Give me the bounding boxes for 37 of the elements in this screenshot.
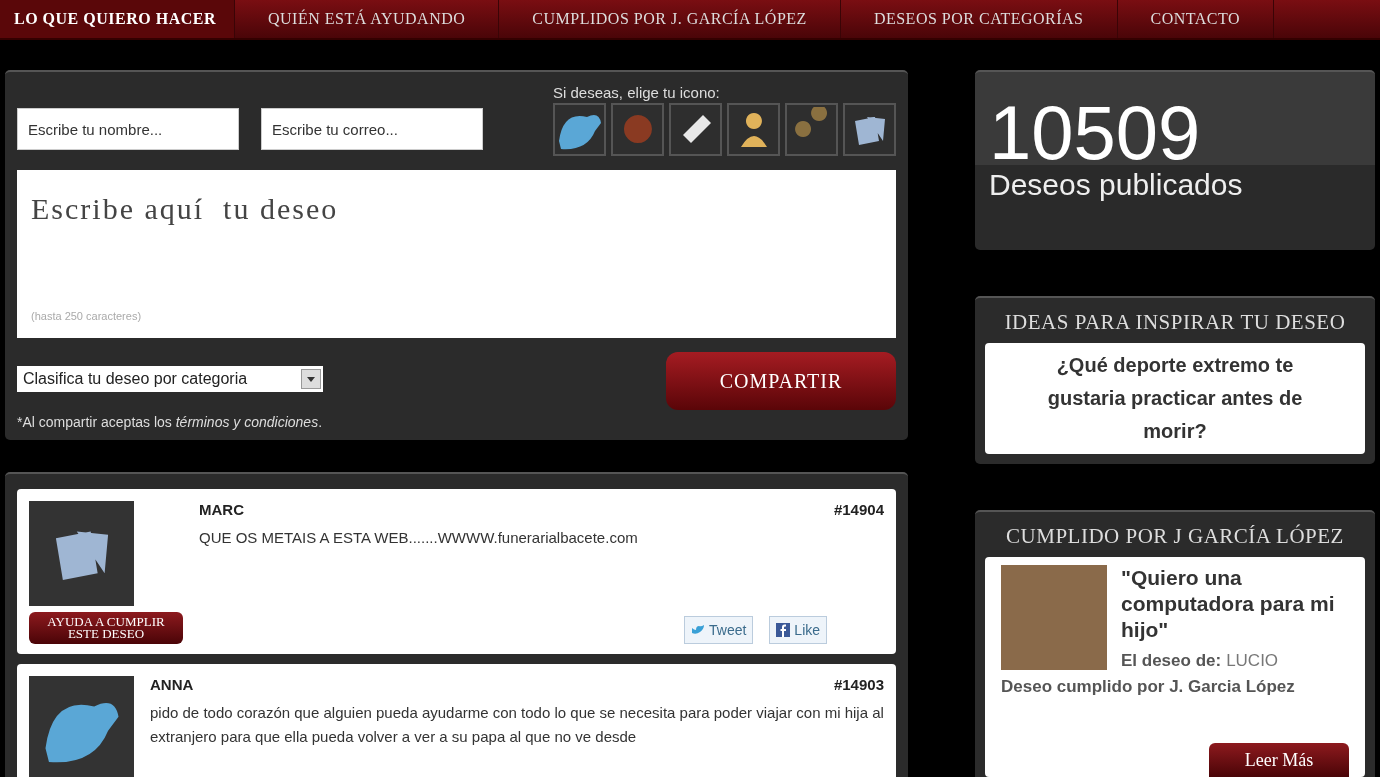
wish-count: 10509 xyxy=(989,98,1201,168)
icon-choice[interactable] xyxy=(843,103,896,156)
nav-link[interactable]: CONTACTO xyxy=(1117,0,1275,38)
tweet-button[interactable]: Tweet xyxy=(684,616,754,644)
wish-owner-label: El deseo de: xyxy=(1121,651,1222,671)
nav-link[interactable]: LO QUE QUIERO HACER xyxy=(0,0,235,38)
icon-choice[interactable] xyxy=(727,103,780,156)
terms-notice: *Al compartir aceptas los términos y condiciones. xyxy=(17,414,323,430)
panel-title: CUMPLIDO POR J GARCÍA LÓPEZ xyxy=(1005,524,1345,549)
dropdown-caret-icon xyxy=(301,369,321,389)
nav-link[interactable]: CUMPLIDOS POR J. GARCÍA LÓPEZ xyxy=(499,0,841,38)
nav-link[interactable]: DESEOS POR CATEGORÍAS xyxy=(840,0,1118,38)
wish-count-label: Deseos publicados xyxy=(989,168,1244,202)
name-field[interactable]: Escribe tu nombre... xyxy=(17,108,239,150)
email-field[interactable]: Escribe tu correo... xyxy=(261,108,483,150)
like-button[interactable]: Like xyxy=(769,616,828,644)
character-limit-hint: (hasta 250 caracteres) xyxy=(31,310,142,322)
wish-number: #14903 xyxy=(833,676,884,693)
author-name: ANNA xyxy=(150,676,194,693)
fulfilled-note: Deseo cumplido por J. Garcia López xyxy=(1001,677,1296,697)
wish-text: QUE OS METAIS A ESTA WEB.......WWWW.funerarialbacete.com xyxy=(199,528,639,548)
wish-owner-name: LUCIO xyxy=(1226,651,1279,671)
share-button[interactable]: COMPARTIR xyxy=(666,352,896,410)
panel-title: IDEAS PARA INSPIRAR TU DESEO xyxy=(1003,310,1347,335)
icon-choice[interactable] xyxy=(553,103,606,156)
facebook-icon xyxy=(776,623,791,637)
wish-quote: "Quiero una computadora para mi hijo" xyxy=(1121,565,1336,643)
help-fulfill-button[interactable]: AYUDA A CUMPLIR ESTE DESEO xyxy=(29,612,183,644)
icon-choice[interactable] xyxy=(669,103,722,156)
author-name: MARC xyxy=(199,501,244,518)
nav-link[interactable]: QUIÉN ESTÁ AYUDANDO xyxy=(234,0,500,38)
wish-text: pido de todo corazón que alguien pueda ayudarme con todo lo que se necesita para poder viajar con mi hija al extranjero para que ella pueda volver a ver a su papa al que no ve desde xyxy=(150,703,884,747)
category-dropdown[interactable]: Clasifica tu deseo por categoria xyxy=(17,366,323,392)
idea-question: ¿Qué deporte extremo te gustaria practicar antes de morir? xyxy=(985,343,1365,454)
read-more-button[interactable]: Leer Más xyxy=(1209,743,1349,777)
wish-number: #14904 xyxy=(833,501,884,518)
icon-prompt: Si deseas, elige tu icono: xyxy=(553,84,721,101)
